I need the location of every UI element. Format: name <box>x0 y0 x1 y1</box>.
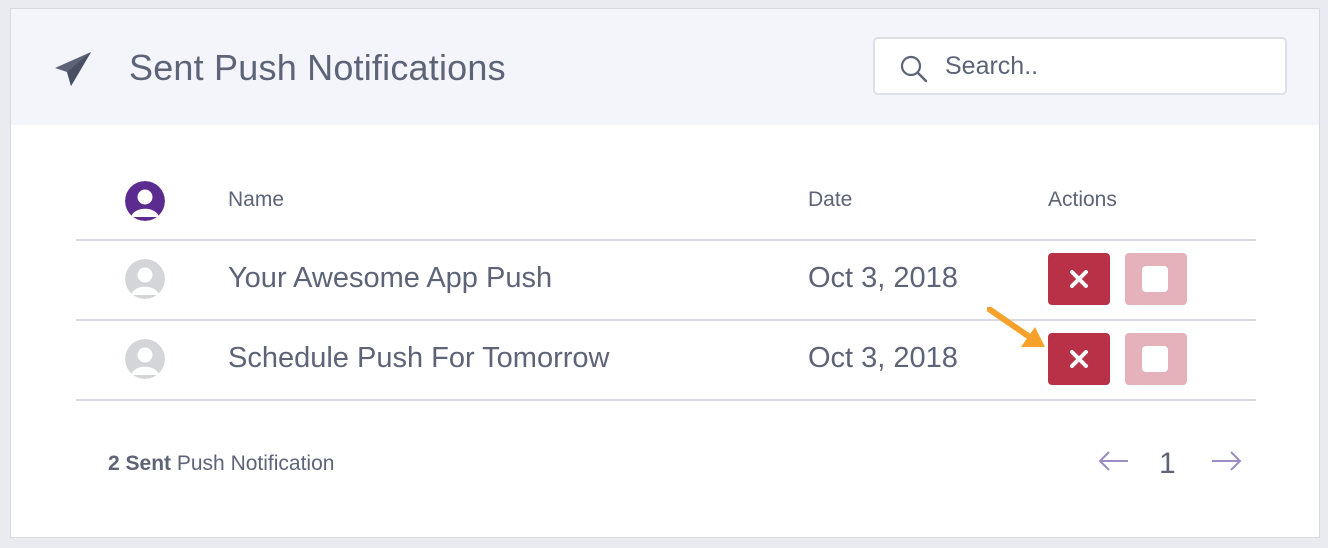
table-divider <box>76 399 1256 401</box>
row-avatar <box>125 339 165 379</box>
close-icon <box>1070 270 1088 288</box>
user-icon <box>125 181 165 221</box>
row-date: Oct 3, 2018 <box>808 342 958 374</box>
close-icon <box>1070 350 1088 368</box>
sent-count-bold: 2 Sent <box>108 452 172 475</box>
row-avatar <box>125 259 165 299</box>
column-header-date[interactable]: Date <box>808 188 852 212</box>
panel-header: Sent Push Notifications <box>11 9 1319 125</box>
row-name[interactable]: Your Awesome App Push <box>228 262 552 295</box>
search-input[interactable] <box>945 45 1265 87</box>
page-title: Sent Push Notifications <box>129 47 506 88</box>
select-checkbox-button[interactable] <box>1125 253 1187 305</box>
search-icon <box>900 55 928 83</box>
user-icon <box>125 259 165 299</box>
row-date: Oct 3, 2018 <box>808 262 958 294</box>
current-page-number[interactable]: 1 <box>1159 447 1176 481</box>
table-divider <box>76 319 1256 321</box>
sent-count-label: 2 Sent Push Notification <box>108 452 334 476</box>
sent-count-rest: Push Notification <box>171 452 335 475</box>
checkbox-icon <box>1142 346 1168 372</box>
avatar-header <box>125 181 165 221</box>
checkbox-icon <box>1142 266 1168 292</box>
paper-plane-icon <box>55 52 91 86</box>
next-page-arrow-icon[interactable] <box>1210 449 1242 473</box>
table-divider <box>76 239 1256 241</box>
search-box[interactable] <box>873 37 1287 95</box>
sent-push-panel: Sent Push Notifications Name Date Action… <box>10 8 1320 538</box>
delete-button[interactable] <box>1048 253 1110 305</box>
annotation-arrow-icon <box>987 307 1045 347</box>
column-header-name[interactable]: Name <box>228 188 284 212</box>
column-header-actions: Actions <box>1048 188 1117 211</box>
row-name[interactable]: Schedule Push For Tomorrow <box>228 342 609 375</box>
user-icon <box>125 339 165 379</box>
delete-button[interactable] <box>1048 333 1110 385</box>
select-checkbox-button[interactable] <box>1125 333 1187 385</box>
previous-page-arrow-icon[interactable] <box>1098 449 1130 473</box>
